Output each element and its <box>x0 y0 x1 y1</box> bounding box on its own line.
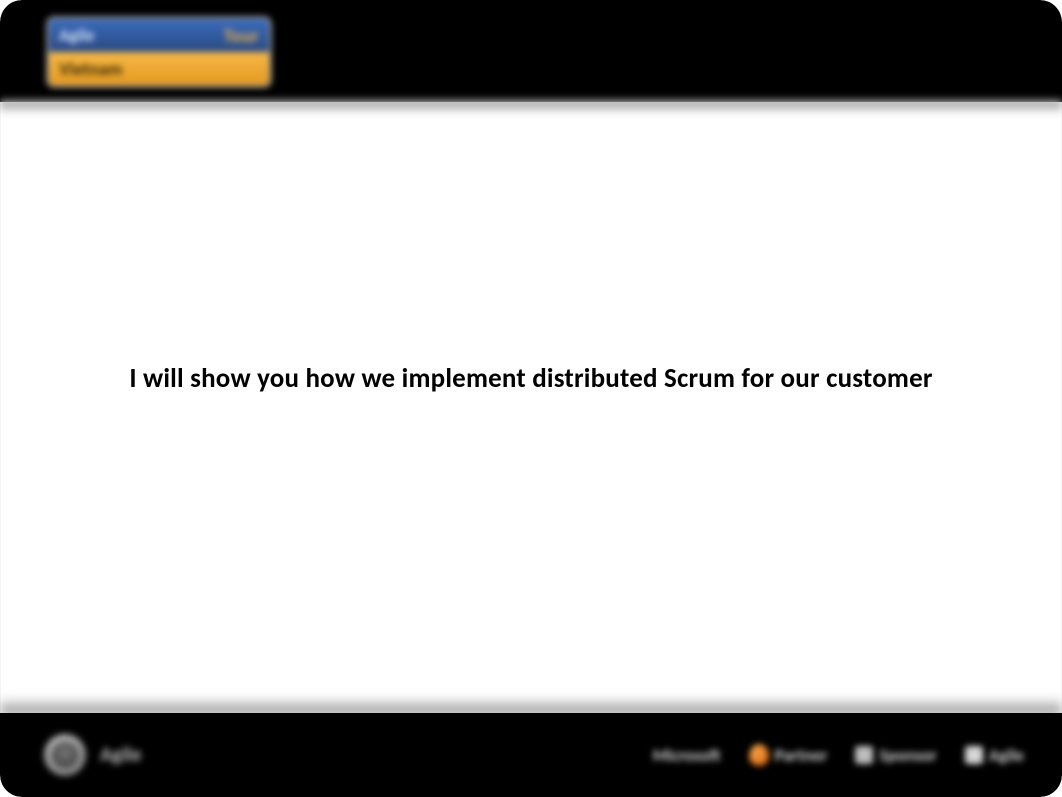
partner-logo-2-text: Partner <box>775 745 828 766</box>
footer-left: Agile <box>44 734 142 776</box>
event-logo-top: Agile Tour <box>49 19 269 52</box>
partner-logo-4: Agile <box>965 745 1024 766</box>
event-logo-bottom-text: Vietnam <box>59 58 122 80</box>
square-icon <box>965 746 983 764</box>
event-logo-top-left: Agile <box>59 25 94 46</box>
event-logo: Agile Tour Vietnam <box>46 16 272 88</box>
slide: Agile Tour Vietnam I will show you how w… <box>0 0 1062 797</box>
partner-logo-1-text: Microsoft <box>653 745 721 766</box>
event-logo-top-right: Tour <box>224 25 259 47</box>
header-bar: Agile Tour Vietnam <box>0 0 1062 102</box>
partner-logo-4-text: Agile <box>989 745 1024 766</box>
slide-heading: I will show you how we implement distrib… <box>0 362 1062 395</box>
square-icon <box>855 746 873 764</box>
partner-logo-3: Sponsor <box>855 745 936 766</box>
header-shadow <box>0 100 1062 114</box>
footer-circle-icon <box>44 734 86 776</box>
footer-bar: Agile Microsoft Partner Sponsor Agile <box>0 713 1062 797</box>
footer-left-text: Agile <box>100 743 142 767</box>
flame-icon <box>749 744 769 766</box>
event-logo-bottom: Vietnam <box>49 52 269 85</box>
partner-logo-3-text: Sponsor <box>879 745 936 766</box>
footer-partners: Microsoft Partner Sponsor Agile <box>653 744 1024 766</box>
partner-logo-1: Microsoft <box>653 745 721 766</box>
partner-logo-2: Partner <box>749 744 828 766</box>
